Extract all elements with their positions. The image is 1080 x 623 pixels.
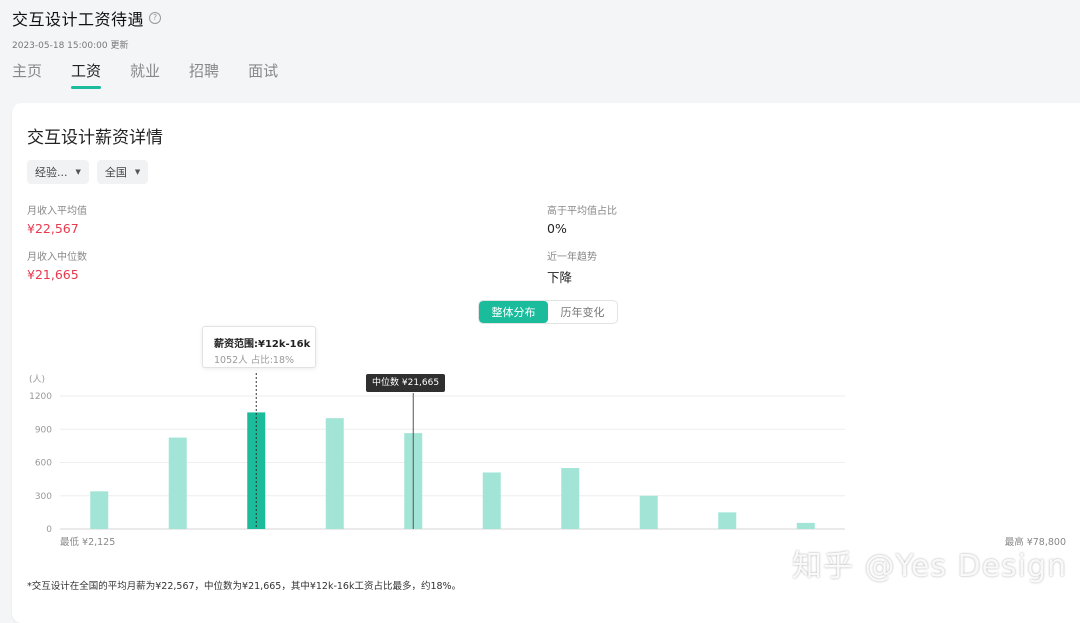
tab-interview[interactable]: 面试	[248, 60, 278, 81]
question-circle-icon[interactable]: ?	[149, 12, 162, 24]
chart-bar	[718, 512, 737, 529]
x-min-label: 最低 ¥2,125	[60, 536, 115, 548]
page-title: 交互设计工资待遇	[12, 10, 145, 29]
chart-bar	[325, 418, 344, 529]
footnote: *交互设计在全国的平均月薪为¥22,567，中位数为¥21,665，其中¥12k…	[27, 581, 462, 592]
tooltip-subtitle: 1052人 占比:18%	[214, 355, 295, 366]
tab-bar: 主页 工资 就业 招聘 面试	[12, 60, 307, 89]
y-tick-label: 900	[35, 425, 52, 435]
watermark: 知乎 @Yes Design	[792, 549, 1068, 584]
y-tick-label: 300	[35, 492, 52, 502]
tab-employment[interactable]: 就业	[130, 60, 160, 81]
chart-bar	[796, 522, 815, 529]
salary-distribution-chart: 03006009001200(人)最低 ¥2,125 最高 ¥78,800	[29, 373, 1066, 548]
y-axis-label: (人)	[29, 374, 45, 385]
chart-bar	[561, 468, 580, 529]
chart-bar	[482, 472, 501, 529]
y-tick-label: 600	[35, 459, 52, 469]
tooltip-title: 薪资范围:¥12k-16k	[214, 339, 311, 350]
y-tick-label: 1200	[29, 392, 52, 402]
tab-salary[interactable]: 工资	[71, 60, 102, 89]
chart-bar	[639, 495, 658, 529]
bar-tooltip: 薪资范围:¥12k-16k 1052人 占比:18%	[202, 326, 316, 368]
chart-bar	[90, 491, 109, 529]
median-tag: 中位数 ¥21,665	[366, 374, 446, 392]
tab-home[interactable]: 主页	[12, 60, 42, 81]
chart-bar	[168, 437, 187, 529]
y-tick-label: 0	[46, 525, 52, 535]
tab-recruiting[interactable]: 招聘	[189, 60, 219, 81]
page-header: 交互设计工资待遇 ? 2023-05-18 15:00:00 更新	[12, 6, 162, 51]
updated-timestamp: 2023-05-18 15:00:00 更新	[12, 41, 129, 51]
